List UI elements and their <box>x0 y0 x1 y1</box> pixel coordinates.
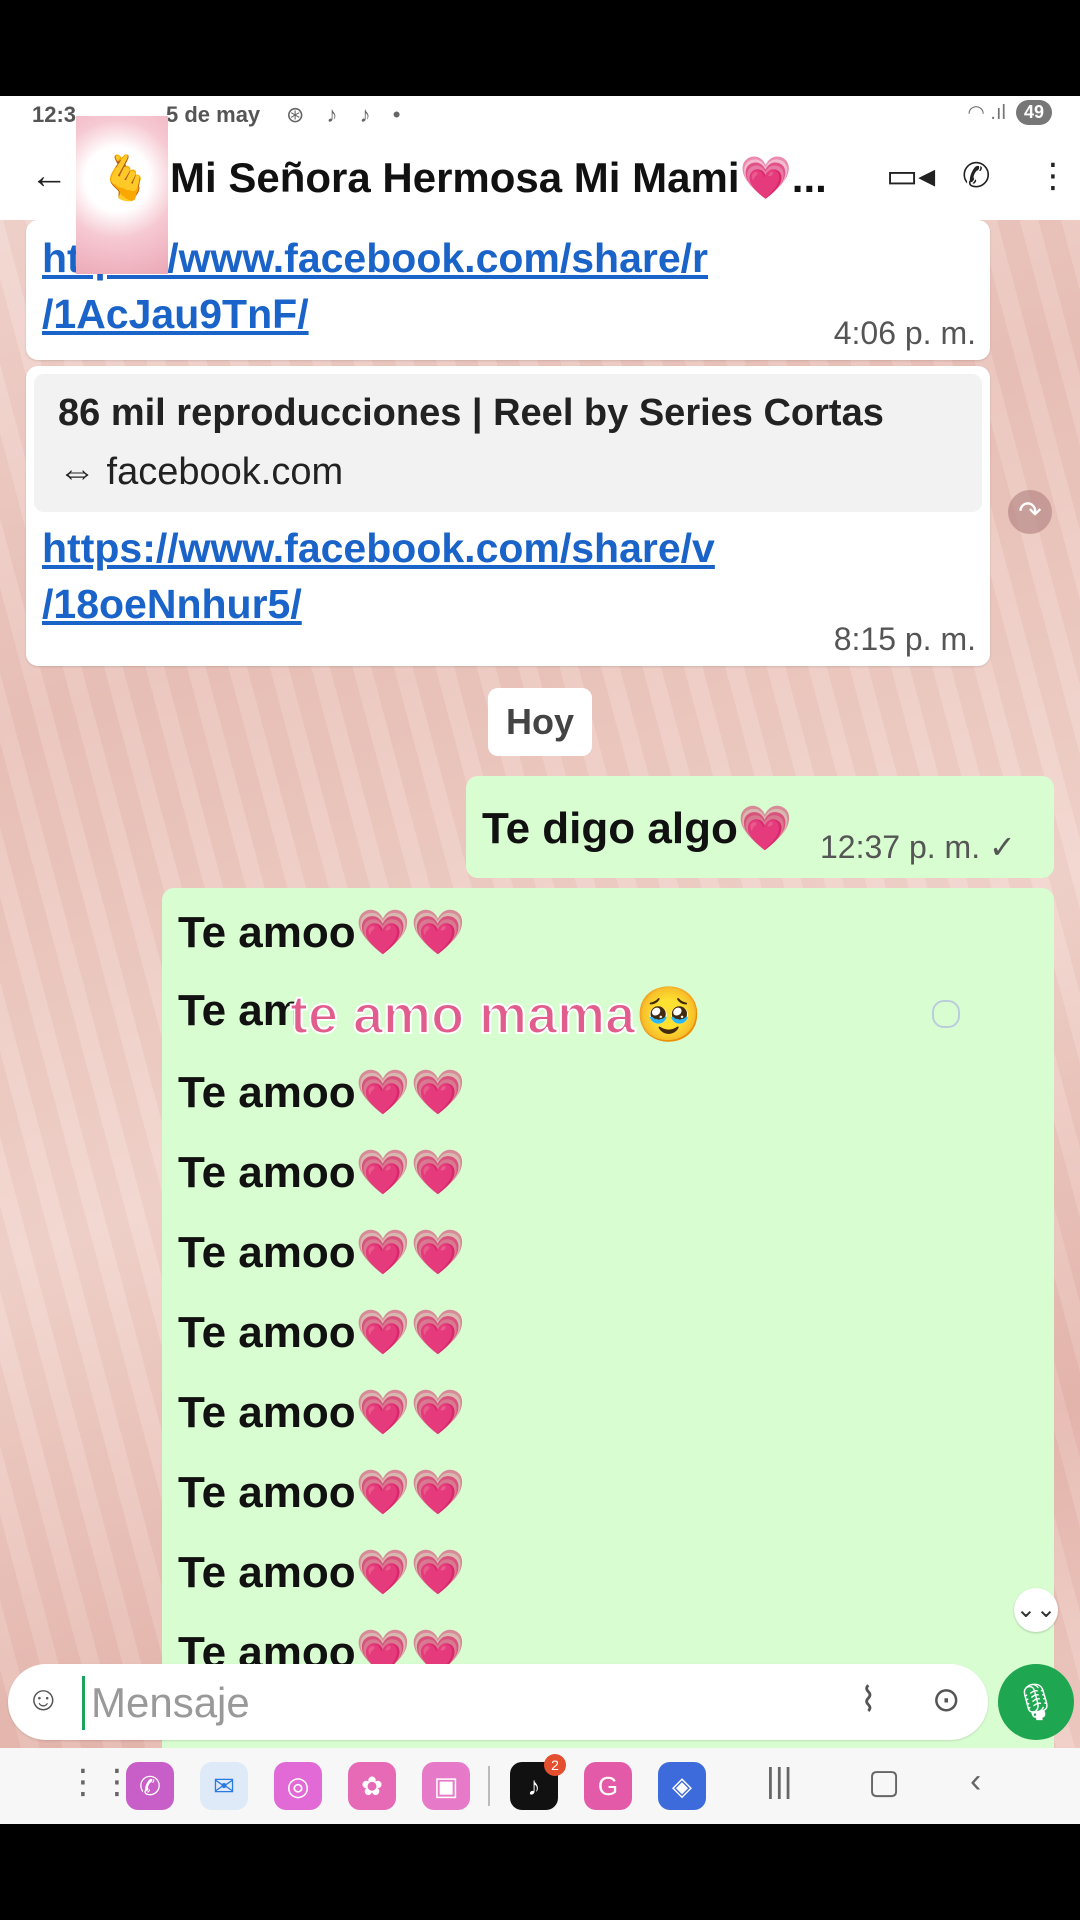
google-app-icon[interactable]: G <box>584 1762 632 1810</box>
message-input-bar: ☺ ⌇ ⊙ <box>8 1664 988 1740</box>
camera-icon[interactable]: ⊙ <box>932 1680 961 1720</box>
chat-title[interactable]: Mi Señora Hermosa Mi Mami💗... <box>170 154 870 203</box>
facebook-link-2-line1[interactable]: https://www.facebook.com/share/v <box>42 520 974 576</box>
status-time: 12:3 <box>32 102 77 127</box>
message-timestamp: 12:37 p. m. ✓ <box>820 829 1016 865</box>
message-timestamp: 8:15 p. m. <box>833 621 976 657</box>
camera-app-icon[interactable]: ▣ <box>422 1762 470 1810</box>
message-timestamp: 4:06 p. m. <box>833 315 976 351</box>
forward-icon[interactable]: ↷ <box>1008 490 1052 534</box>
gallery-app-icon[interactable]: ✿ <box>348 1762 396 1810</box>
messages-app-icon[interactable]: ✉ <box>200 1762 248 1810</box>
link-preview[interactable]: 86 mil reproducciones | Reel by Series C… <box>34 374 982 512</box>
system-back-icon[interactable]: ‹ <box>970 1762 981 1801</box>
chat-screen: 12:3 5 de may ⊛ ♪ ♪ • ◠ .ıl 49 ← 🫰 Mi Se… <box>0 96 1080 1824</box>
message-line: Te amoo💗💗 <box>178 1388 466 1437</box>
message-line: Te amoo💗💗 <box>178 1548 466 1597</box>
browser-app-icon[interactable]: ◎ <box>274 1762 322 1810</box>
message-line: Te am <box>178 986 302 1035</box>
scroll-down-icon[interactable]: ⌄⌄ <box>1014 1588 1058 1632</box>
wifi-signal-icon: ◠ .ıl <box>967 102 1006 124</box>
home-icon[interactable]: ▢ <box>868 1762 900 1802</box>
message-line: Te amoo💗💗 <box>178 1068 466 1117</box>
message-link-2: 86 mil reproducciones | Reel by Series C… <box>26 366 990 666</box>
notification-icons: ⊛ ♪ ♪ • <box>286 102 409 127</box>
battery-icon: 49 <box>1015 100 1052 125</box>
message-link-1: https://www.facebook.com/share/r /1AcJau… <box>26 220 990 360</box>
voice-message-button[interactable]: 🎙 <box>998 1664 1074 1740</box>
chat-header: ← 🫰 Mi Señora Hermosa Mi Mami💗... ▭◂ ✆ ⋮ <box>0 116 1080 274</box>
phone-call-icon[interactable]: ✆ <box>962 156 991 196</box>
video-caption-overlay: te amo mama🥹 <box>289 984 703 1046</box>
finger-heart-icon: 🫰 <box>98 154 153 203</box>
dock-divider <box>488 1766 490 1806</box>
status-date: 5 de may <box>166 102 261 127</box>
emoji-sticker-icon[interactable]: ☺ <box>26 1680 61 1719</box>
outgoing-message[interactable]: Te digo algo💗 12:37 p. m. ✓ <box>466 776 1054 878</box>
selection-circle-icon[interactable] <box>932 1000 960 1028</box>
facebook-link-1-line1[interactable]: https://www.facebook.com/share/r <box>42 230 974 286</box>
video-call-icon[interactable]: ▭◂ <box>886 156 935 196</box>
status-right: ◠ .ıl 49 <box>967 100 1052 125</box>
message-line: Te amoo💗💗 <box>178 1148 466 1197</box>
message-line: Te amoo💗💗 <box>178 1228 466 1277</box>
notification-badge: 2 <box>544 1754 566 1776</box>
phone-app-icon[interactable]: ✆ <box>126 1762 174 1810</box>
more-options-icon[interactable]: ⋮ <box>1036 156 1070 196</box>
system-navigation-bar: ⋮⋮⋮ ✆ ✉ ◎ ✿ ▣ ♪ 2 G ◈ ||| ▢ ‹ <box>0 1748 1080 1824</box>
message-line: Te amoo💗💗 <box>178 1308 466 1357</box>
message-line: Te amoo💗💗 <box>178 908 466 957</box>
message-text: Te digo algo💗 <box>482 804 793 853</box>
preview-domain: ⇔ facebook.com <box>58 451 344 493</box>
date-divider: Hoy <box>488 688 592 756</box>
preview-title: 86 mil reproducciones | Reel by Series C… <box>58 392 884 434</box>
avatar[interactable]: 🫰 <box>76 116 168 274</box>
message-input[interactable] <box>82 1676 793 1730</box>
attach-icon[interactable]: ⌇ <box>860 1680 877 1720</box>
recent-apps-icon[interactable]: ||| <box>766 1762 793 1801</box>
message-line: Te amoo💗💗 <box>178 1468 466 1517</box>
back-arrow-icon[interactable]: ← <box>30 156 70 196</box>
game-app-icon[interactable]: ◈ <box>658 1762 706 1810</box>
